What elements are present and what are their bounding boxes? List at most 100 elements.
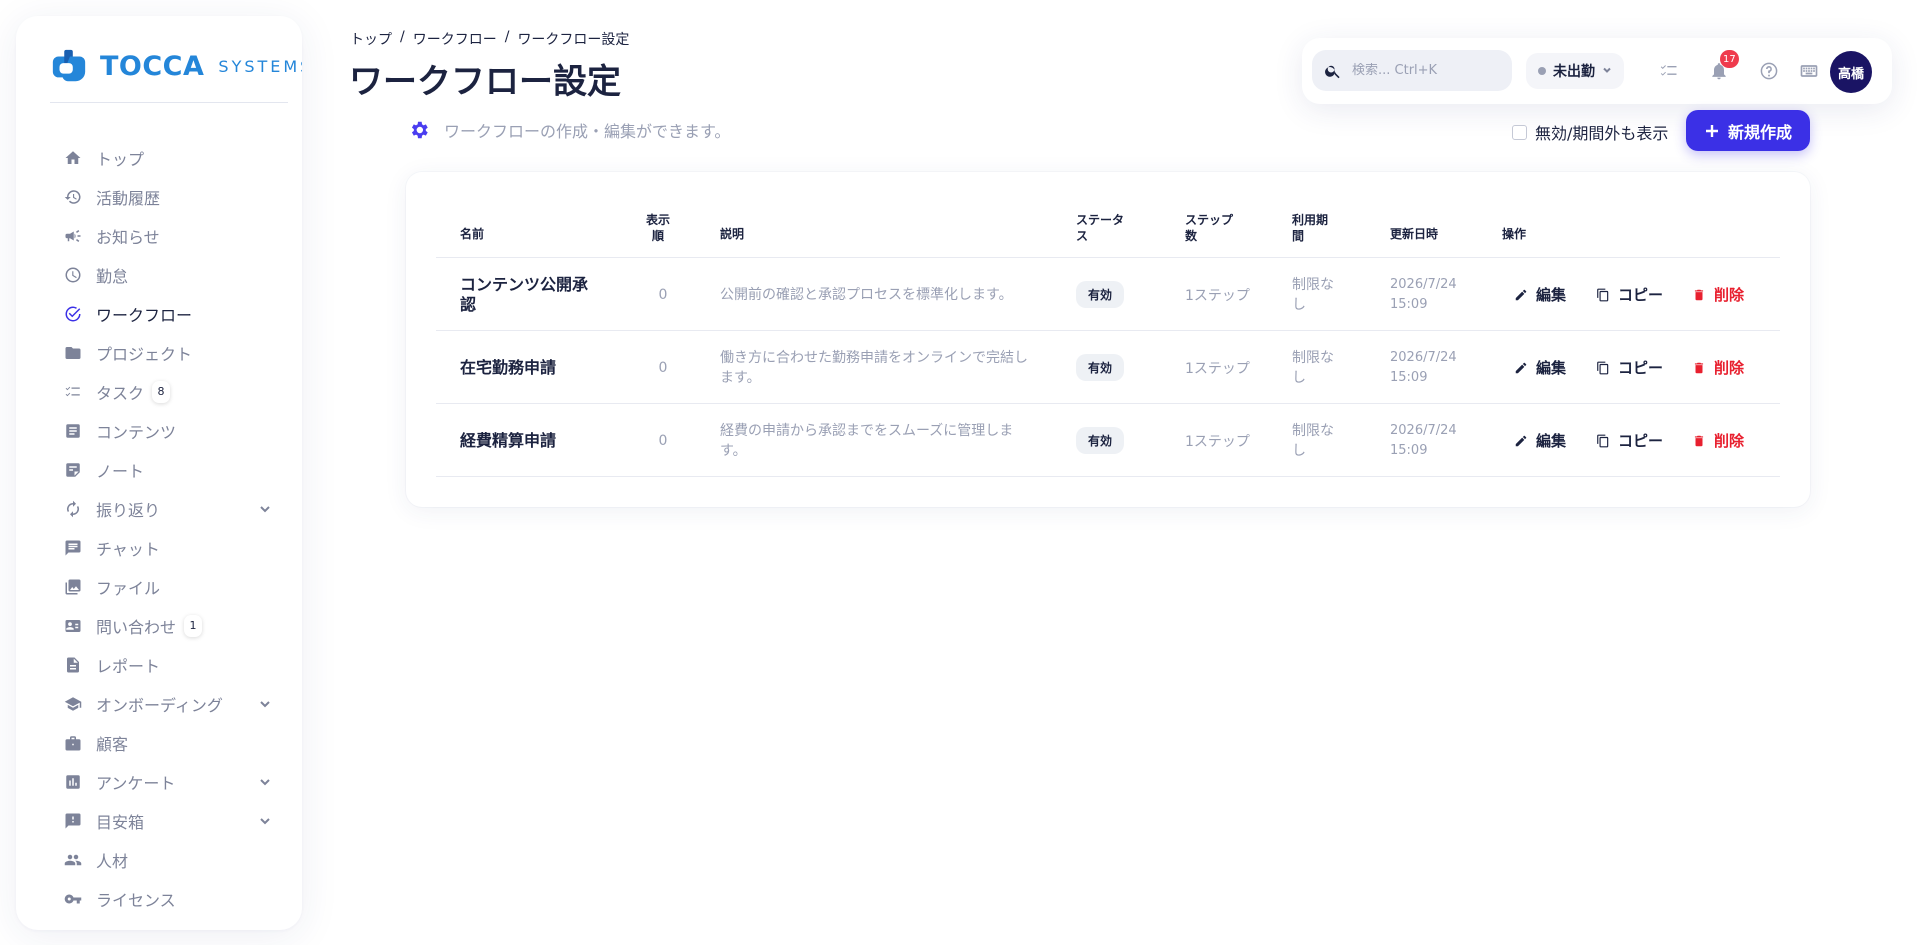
usage-period: 制限なし	[1292, 331, 1342, 404]
sidebar-item-label: 顧客	[96, 734, 129, 754]
sidebar-item-note[interactable]: ノート	[16, 450, 302, 489]
status-badge: 有効	[1076, 404, 1125, 477]
cell-steps: 1ステップ	[1185, 433, 1250, 450]
cell-order: 0	[658, 359, 668, 376]
new-workflow-button[interactable]: 新規作成	[1686, 110, 1810, 151]
show-inactive-checkbox[interactable]	[1512, 124, 1527, 140]
sidebar-item-check-circle[interactable]: ワークフロー	[16, 294, 302, 333]
gear-icon	[411, 121, 428, 139]
notification-count-badge: 17	[1720, 50, 1739, 68]
sidebar-item-feedback[interactable]: 目安箱	[16, 801, 302, 840]
sidebar-item-label: チャット	[96, 539, 160, 559]
sidebar-item-folder[interactable]: プロジェクト	[16, 333, 302, 372]
table-row: 経費精算申請 0 経費の申請から承認までをスムーズに管理します。 有効 1ステッ…	[436, 404, 1780, 477]
sidebar-item-report[interactable]: レポート	[16, 645, 302, 684]
breadcrumb-separator: /	[504, 29, 510, 45]
chevron-down-icon	[1602, 63, 1612, 79]
breadcrumb-item-top[interactable]: トップ	[350, 29, 392, 49]
help-icon	[1760, 62, 1778, 80]
cell-description: 働き方に合わせた勤務申請をオンラインで完結します。	[720, 349, 1028, 386]
sidebar-item-images[interactable]: ファイル	[16, 567, 302, 606]
page-description-text: ワークフローの作成・編集ができます。	[444, 122, 731, 141]
workflow-table: 名前 表示 順 説明 ステータ ス ステップ 数 利用期 間 更新日時 操作 コ…	[436, 200, 1780, 477]
help-button[interactable]	[1758, 60, 1780, 82]
sidebar-item-briefcase[interactable]: 顧客	[16, 723, 302, 762]
edit-button[interactable]: 編集	[1514, 404, 1566, 477]
search-input[interactable]	[1352, 63, 1502, 78]
sidebar-item-key[interactable]: ライセンス	[16, 879, 302, 918]
cell-name: 在宅勤務申請	[460, 357, 557, 377]
sidebar-item-label: 人材	[96, 851, 129, 871]
table-row: コンテンツ公開承認 0 公開前の確認と承認プロセスを標準化します。 有効 1ステ…	[436, 258, 1780, 331]
delete-button[interactable]: 削除	[1692, 404, 1744, 477]
status-dot	[1538, 67, 1546, 75]
copy-button[interactable]: コピー	[1596, 331, 1663, 404]
copy-button[interactable]: コピー	[1596, 404, 1663, 477]
edit-label: 編集	[1536, 359, 1567, 377]
chevron-down-icon[interactable]	[258, 774, 272, 788]
cell-status: 有効	[1076, 354, 1125, 381]
pencil-icon	[1515, 289, 1527, 300]
chevron-down-icon[interactable]	[258, 813, 272, 827]
sidebar-item-history[interactable]: 活動履歴	[16, 177, 302, 216]
sidebar-item-label: ファイル	[96, 578, 161, 598]
brand-name: TOCCA	[100, 50, 205, 82]
sidebar-item-people[interactable]: 人材	[16, 840, 302, 879]
sidebar-item-clock[interactable]: 勤怠	[16, 255, 302, 294]
search-box[interactable]	[1312, 50, 1512, 91]
edit-button[interactable]: 編集	[1514, 258, 1566, 331]
delete-button[interactable]: 削除	[1692, 258, 1744, 331]
usage-period: 制限なし	[1292, 258, 1342, 331]
sidebar-item-chat[interactable]: チャット	[16, 528, 302, 567]
sidebar-item-megaphone[interactable]: お知らせ	[16, 216, 302, 255]
header-name: 名前	[460, 227, 485, 241]
delete-button[interactable]: 削除	[1692, 331, 1744, 404]
show-inactive-toggle[interactable]: 無効/期間外も表示	[1512, 120, 1668, 144]
sidebar-item-checklist[interactable]: タスク 8	[16, 372, 302, 411]
cell-steps: 1ステップ	[1185, 287, 1250, 304]
attendance-status-dropdown[interactable]: 未出勤	[1526, 53, 1624, 89]
show-inactive-label: 無効/期間外も表示	[1535, 124, 1669, 143]
workflow-name[interactable]: 経費精算申請	[460, 404, 590, 477]
search-icon	[1325, 65, 1340, 78]
user-avatar[interactable]: 高橋	[1830, 51, 1872, 93]
notifications-button[interactable]: 17	[1708, 50, 1739, 82]
school-icon	[64, 695, 82, 713]
sidebar-item-label: プロジェクト	[96, 344, 193, 364]
sidebar-item-label: 振り返り	[96, 500, 161, 520]
copy-button[interactable]: コピー	[1596, 258, 1663, 331]
cell-order: 0	[658, 286, 668, 303]
breadcrumb-item-workflow[interactable]: ワークフロー	[413, 29, 497, 49]
edit-label: 編集	[1536, 286, 1567, 304]
chevron-down-icon[interactable]	[258, 696, 272, 710]
brand-logo[interactable]: TOCCA SYSTEMS	[50, 44, 302, 88]
workflow-name[interactable]: コンテンツ公開承認	[460, 258, 590, 331]
keyboard-shortcuts-button[interactable]	[1798, 60, 1820, 82]
copy-label: コピー	[1618, 286, 1664, 304]
sidebar-item-bar-chart[interactable]: アンケート	[16, 762, 302, 801]
feedback-icon	[64, 812, 82, 830]
header-description: 説明	[720, 227, 745, 241]
topbar: 未出勤 17 高橋	[1302, 38, 1892, 104]
sidebar-item-robot[interactable]: AIエージェント	[16, 918, 302, 931]
breadcrumb-separator: /	[400, 29, 405, 45]
cell-status: 有効	[1076, 427, 1125, 454]
history-icon	[64, 188, 82, 206]
sidebar-item-refresh[interactable]: 振り返り	[16, 489, 302, 528]
breadcrumb-item-current: ワークフロー設定	[517, 32, 630, 48]
sidebar-item-contact-card[interactable]: 問い合わせ 1	[16, 606, 302, 645]
table-header: 名前 表示 順 説明 ステータ ス ステップ 数 利用期 間 更新日時 操作	[436, 200, 1780, 258]
contact-card-icon	[64, 617, 82, 635]
workflow-name[interactable]: 在宅勤務申請	[460, 331, 590, 404]
updated-at: 2026/7/24 15:09	[1390, 331, 1465, 404]
tasks-button[interactable]	[1658, 60, 1680, 82]
bar-chart-icon	[64, 773, 82, 791]
edit-button[interactable]: 編集	[1514, 331, 1566, 404]
sidebar-item-label: お知らせ	[96, 227, 160, 247]
sidebar-item-school[interactable]: オンボーディング	[16, 684, 302, 723]
sidebar-item-home[interactable]: トップ	[16, 138, 302, 177]
chevron-down-icon[interactable]	[258, 501, 272, 515]
sidebar-item-article[interactable]: コンテンツ	[16, 411, 302, 450]
plus-icon	[1705, 124, 1718, 137]
divider	[50, 102, 288, 103]
